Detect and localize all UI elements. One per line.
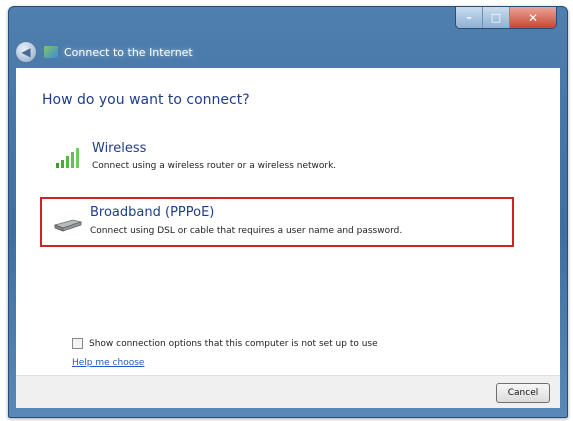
page-heading: How do you want to connect? [42, 92, 250, 108]
option-wireless-title: Wireless [92, 141, 147, 156]
option-broadband-description: Connect using DSL or cable that requires… [90, 226, 403, 236]
wizard-footer: Cancel [16, 375, 560, 408]
cancel-button[interactable]: Cancel [496, 383, 550, 403]
window-title: Connect to the Internet [64, 45, 193, 59]
show-options-checkbox[interactable] [72, 338, 83, 349]
close-button[interactable]: ✕ [510, 7, 556, 28]
connect-to-internet-window: – □ ✕ ◀ Connect to the Internet How do y… [8, 6, 568, 418]
broadband-modem-icon [53, 219, 83, 232]
maximize-button[interactable]: □ [483, 7, 510, 28]
caption-buttons: – □ ✕ [455, 7, 557, 29]
wizard-content: How do you want to connect? Wireless Con… [16, 68, 560, 375]
minimize-button[interactable]: – [456, 7, 483, 28]
option-wireless[interactable]: Wireless Connect using a wireless router… [42, 136, 510, 184]
help-me-choose-link[interactable]: Help me choose [72, 358, 144, 368]
back-arrow-icon: ◀ [21, 45, 31, 59]
title-bar[interactable]: – □ ✕ ◀ Connect to the Internet [9, 7, 567, 65]
network-wizard-icon [44, 46, 58, 58]
option-wireless-description: Connect using a wireless router or a wir… [92, 161, 337, 171]
show-options-label[interactable]: Show connection options that this comput… [89, 339, 378, 349]
option-broadband-pppoe[interactable]: Broadband (PPPoE) Connect using DSL or c… [40, 197, 514, 247]
wireless-signal-icon [56, 148, 79, 168]
show-options-row[interactable]: Show connection options that this comput… [72, 338, 378, 349]
back-button[interactable]: ◀ [15, 41, 37, 63]
option-broadband-title: Broadband (PPPoE) [90, 205, 215, 220]
wizard-navigation: ◀ Connect to the Internet [15, 41, 193, 63]
